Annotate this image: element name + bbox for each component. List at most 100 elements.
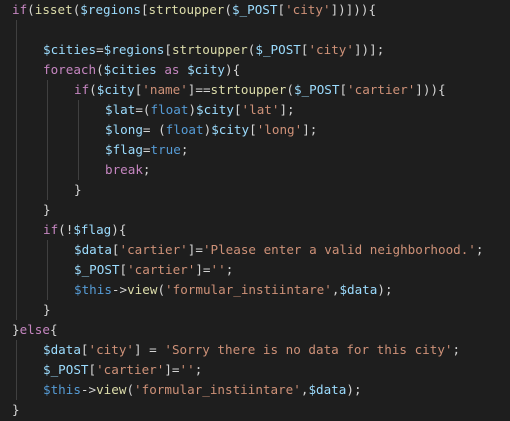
code-line[interactable]: if(isset($regions[strtoupper($_POST['cit… (12, 0, 510, 20)
code-line[interactable]: $long= (float)$city['long']; (12, 120, 510, 140)
code-token-punctuation: ); (377, 282, 393, 297)
code-line[interactable]: if($city['name']==strtoupper($_POST['car… (12, 80, 510, 100)
code-token-punctuation: ( (27, 2, 35, 17)
code-token-punctuation: ( (224, 2, 232, 17)
code-token-variable: $_POST (43, 362, 89, 377)
code-token-punctuation: { (49, 322, 58, 337)
code-token-punctuation: ])]; (353, 42, 385, 57)
code-token-punctuation: [ (277, 2, 286, 17)
code-line[interactable]: } (12, 200, 510, 220)
code-token-variable: $cities (103, 62, 157, 77)
code-token-punctuation: ]= (164, 362, 180, 377)
code-line[interactable]: }else{ (12, 320, 510, 340)
code-token-type: float (165, 122, 204, 137)
code-token-keyword: if (74, 82, 90, 97)
code-token-string: 'formular_instiintare' (134, 382, 301, 397)
code-token-variable: $_POST (74, 262, 120, 277)
code-token-punctuation: [ (88, 362, 97, 377)
code-token-string: 'city' (285, 2, 331, 17)
code-token-variable: $city (187, 62, 226, 77)
code-token-keyword: foreach (43, 62, 97, 77)
code-token-punctuation: = ( (142, 122, 166, 137)
code-token-punctuation: [ (339, 82, 348, 97)
code-token-punctuation: ( (89, 82, 97, 97)
code-token-punctuation: } (43, 202, 51, 217)
code-token-punctuation: } (74, 182, 82, 197)
code-token-string: 'Sorry there is no data for this city' (164, 342, 453, 357)
code-token-punctuation: ]= (187, 242, 203, 257)
code-token-punctuation: [ (119, 262, 128, 277)
code-token-function: view (96, 382, 127, 397)
code-token-punctuation: ){ (111, 222, 127, 237)
code-token-type: true (150, 142, 181, 157)
code-line[interactable]: $data['city'] = 'Sorry there is no data … (12, 340, 510, 360)
code-token-string: 'lat' (241, 102, 280, 117)
code-token-variable: $data (43, 342, 81, 357)
code-token-keyword: break (105, 162, 143, 177)
code-token-punctuation: = (96, 42, 104, 57)
code-token-function: view (127, 282, 158, 297)
code-token-type: $this (74, 282, 112, 297)
code-line[interactable]: } (12, 180, 510, 200)
code-token-punctuation: ); (346, 382, 362, 397)
code-token-variable: $long (105, 122, 143, 137)
code-token-variable: $lat (105, 102, 136, 117)
code-token-variable: $_POST (255, 42, 301, 57)
code-token-punctuation: } (12, 322, 20, 337)
code-token-punctuation: ; (180, 142, 189, 157)
code-token-punctuation: ]; (279, 102, 295, 117)
code-token-punctuation: ; (475, 242, 484, 257)
code-line[interactable]: if(!$flag){ (12, 220, 510, 240)
code-token-keyword: else (19, 322, 50, 337)
code-line[interactable]: break; (12, 160, 510, 180)
code-token-punctuation: ]= (195, 262, 211, 277)
code-token-function: strtoupper (171, 42, 248, 57)
code-token-keyword: if (43, 222, 59, 237)
code-line[interactable]: $_POST['cartier']=''; (12, 260, 510, 280)
code-editor[interactable]: if(isset($regions[strtoupper($_POST['cit… (0, 0, 510, 421)
code-token-punctuation: [ (233, 102, 242, 117)
code-token-punctuation: (! (58, 222, 74, 237)
code-token-punctuation: [ (249, 122, 257, 137)
code-token-punctuation: = (142, 142, 151, 157)
code-token-variable: $regions (80, 2, 141, 17)
code-token-variable: $regions (103, 42, 165, 57)
code-token-variable: $flag (73, 222, 112, 237)
code-token-string: 'cartier' (127, 262, 196, 277)
code-token-string: 'Please enter a valid neighborhood.' (202, 242, 476, 257)
code-line[interactable]: $this->view('formular_instiintare',$data… (12, 280, 510, 300)
code-line[interactable] (12, 20, 510, 40)
code-token-variable: $city (96, 82, 135, 97)
code-line[interactable]: $data['cartier']='Please enter a valid n… (12, 240, 510, 260)
code-token-punctuation: ]; (302, 122, 318, 137)
code-line[interactable]: } (12, 300, 510, 320)
code-token-punctuation: -> (111, 282, 128, 297)
code-token-punctuation: [ (80, 342, 89, 357)
code-token-function: strtoupper (210, 82, 287, 97)
code-line[interactable]: $cities=$regions[strtoupper($_POST['city… (12, 40, 510, 60)
code-token-punctuation: ] = (134, 342, 165, 357)
code-token-punctuation: ])])){ (330, 2, 377, 17)
code-token-variable: $data (308, 382, 347, 397)
code-token-punctuation: ) (188, 102, 197, 117)
code-token-function: strtoupper (148, 2, 225, 17)
code-token-punctuation: ; (452, 342, 461, 357)
code-token-function: isset (34, 2, 73, 17)
code-line[interactable]: $_POST['cartier']=''; (12, 360, 510, 380)
code-token-punctuation: ( (286, 82, 294, 97)
code-line[interactable]: foreach($cities as $city){ (12, 60, 510, 80)
code-token-punctuation: ; (194, 362, 203, 377)
code-token-string: 'formular_instiintare' (165, 282, 332, 297)
code-line[interactable]: $flag=true; (12, 140, 510, 160)
code-token-punctuation: } (12, 402, 20, 417)
code-token-punctuation: ])){ (415, 82, 446, 97)
code-token-string: 'cartier' (96, 362, 165, 377)
code-token-punctuation: ; (142, 162, 151, 177)
code-token-variable: $city (196, 102, 234, 117)
code-token-punctuation: ( (126, 382, 135, 397)
code-line[interactable]: $this->view('formular_instiintare',$data… (12, 380, 510, 400)
code-line[interactable]: $lat=(float)$city['lat']; (12, 100, 510, 120)
code-token-punctuation: [ (140, 2, 149, 17)
code-token-punctuation: [ (164, 42, 172, 57)
code-line[interactable]: } (12, 400, 510, 420)
